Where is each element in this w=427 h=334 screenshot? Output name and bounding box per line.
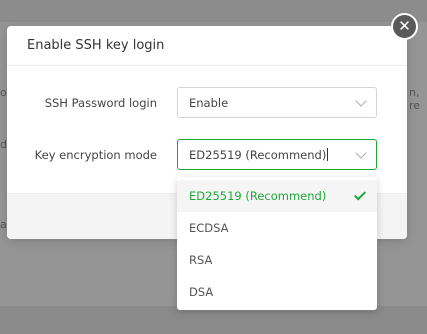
background-text-fragment: o (0, 86, 7, 99)
password-login-row: SSH Password login Enable (7, 87, 407, 118)
dropdown-option-dsa[interactable]: DSA (177, 276, 377, 308)
text-cursor (327, 148, 329, 161)
background-text-fragment: a (0, 218, 7, 231)
key-encryption-value: ED25519 (Recommend) (189, 147, 327, 162)
modal-header: Enable SSH key login (7, 26, 407, 66)
chevron-down-icon (355, 147, 367, 159)
close-icon: ✕ (398, 17, 411, 35)
dropdown-option-rsa[interactable]: RSA (177, 244, 377, 276)
option-label: ECDSA (189, 221, 229, 235)
modal-title: Enable SSH key login (27, 38, 165, 53)
password-login-label: SSH Password login (44, 95, 157, 110)
dropdown-option-ecdsa[interactable]: ECDSA (177, 212, 377, 244)
background-footer (0, 306, 427, 334)
key-encryption-row: Key encryption mode ED25519 (Recommend) (7, 139, 407, 170)
password-login-select[interactable]: Enable (177, 87, 377, 118)
close-button[interactable]: ✕ (391, 13, 418, 40)
key-encryption-label: Key encryption mode (34, 147, 157, 162)
key-encryption-select[interactable]: ED25519 (Recommend) (177, 139, 377, 170)
dropdown-option-ed25519[interactable]: ED25519 (Recommend) (177, 180, 377, 212)
chevron-down-icon (355, 95, 367, 107)
option-label: ED25519 (Recommend) (189, 189, 327, 203)
option-label: DSA (189, 285, 214, 299)
password-login-value: Enable (189, 95, 229, 110)
background-text-fragment: n, re (409, 86, 421, 112)
check-icon (353, 188, 367, 201)
encryption-dropdown: ED25519 (Recommend) ECDSA RSA DSA (177, 177, 377, 310)
background-text-fragment: d (0, 138, 7, 151)
option-label: RSA (189, 253, 213, 267)
